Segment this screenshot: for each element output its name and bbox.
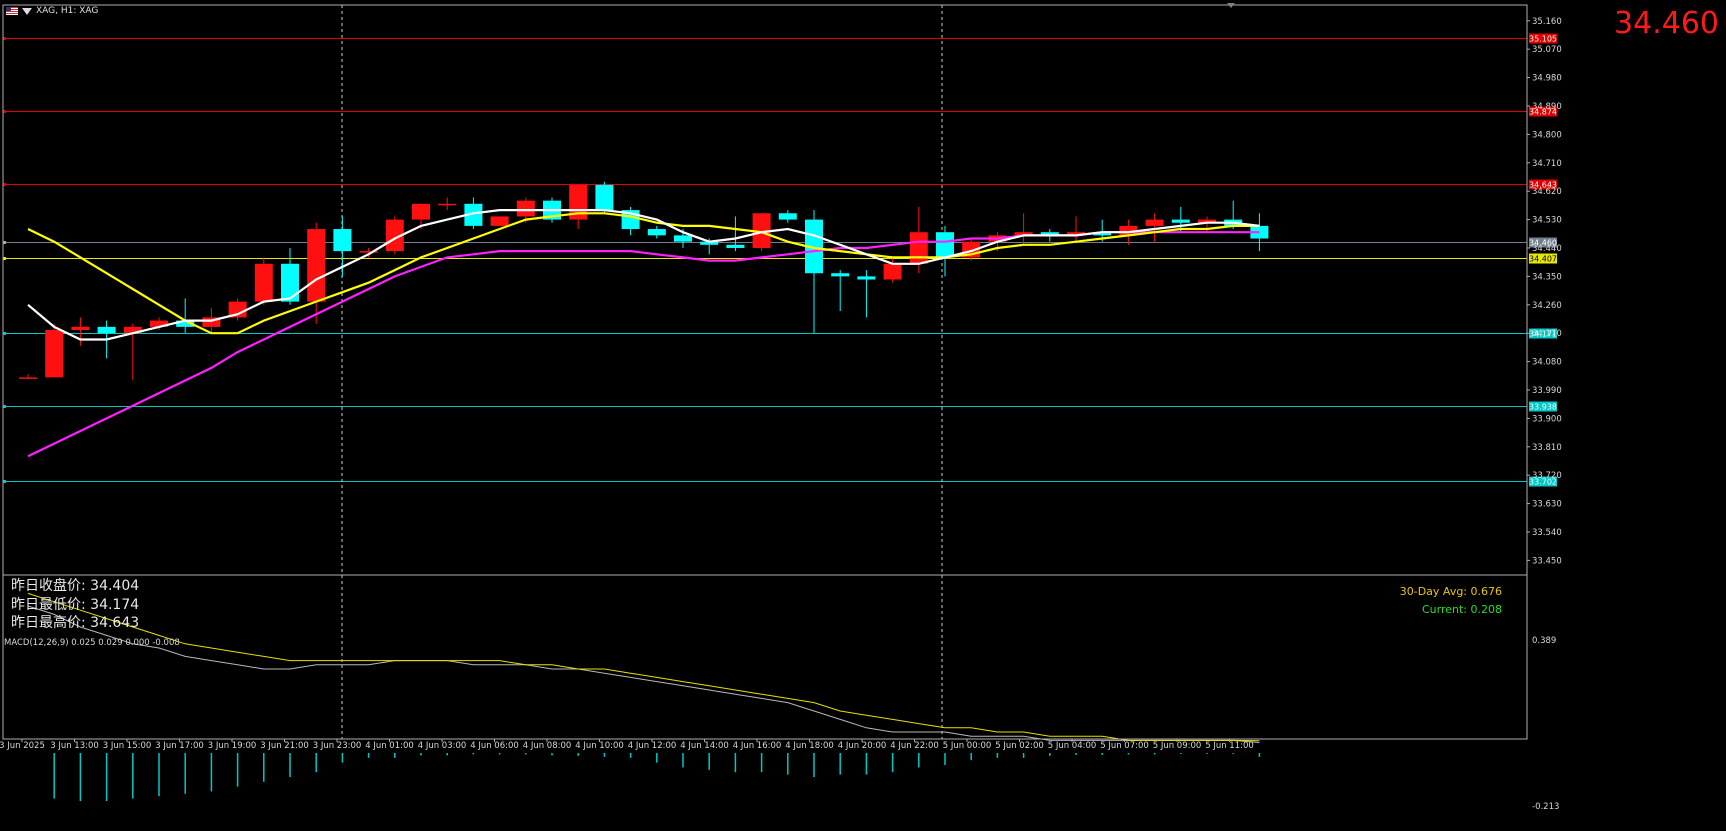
time-tick-label: 4 Jun 01:00 [365, 741, 414, 751]
time-tick-label: 4 Jun 03:00 [418, 741, 467, 751]
time-tick-label: 4 Jun 22:00 [890, 741, 939, 751]
candle-bull [909, 232, 928, 264]
macd-tick-label: 0.389 [1532, 636, 1556, 646]
time-tick-label: 3 Jun 2025 [0, 741, 45, 751]
price-tick-label: 34.350 [1532, 272, 1562, 282]
candle-bear [647, 229, 666, 236]
time-axis[interactable]: 3 Jun 2025 3 Jun 13:00 3 Jun 15:00 3 Jun 17… [0, 739, 1254, 751]
time-tick-label: 3 Jun 19:00 [208, 741, 257, 751]
candle-bull [254, 263, 273, 302]
price-tick-label: 33.720 [1532, 471, 1562, 481]
price-tick-label: 34.890 [1532, 102, 1562, 112]
price-tick-label: 34.800 [1532, 130, 1562, 140]
chart-background [0, 0, 1726, 831]
price-tick-label: 34.980 [1532, 74, 1562, 84]
candle-bear [831, 273, 850, 277]
time-tick-label: 5 Jun 09:00 [1153, 741, 1202, 751]
candle-bear [726, 244, 745, 248]
candle-bear [1171, 219, 1190, 223]
time-tick-label: 3 Jun 15:00 [103, 741, 152, 751]
candle-bear [281, 263, 299, 302]
time-tick-label: 4 Jun 10:00 [575, 741, 624, 751]
candle-bull [1145, 219, 1164, 226]
current-price-display: 34.460 [1614, 6, 1719, 41]
macd-title: MACD(12,26,9) 0.025 0.029 0.000 -0.008 [4, 638, 180, 648]
candle-bear [778, 213, 797, 220]
price-tick-label: 34.440 [1532, 244, 1562, 254]
daily-stats: 昨日收盘价: 34.404 昨日最低价: 34.174 昨日最高价: 34.64… [11, 577, 139, 633]
price-tick-label: 33.630 [1532, 500, 1562, 510]
price-tick-label: 34.710 [1532, 159, 1562, 169]
time-tick-label: 4 Jun 08:00 [523, 741, 572, 751]
price-tick-label: 33.900 [1532, 414, 1562, 424]
price-tick-label: 34.080 [1532, 358, 1562, 368]
candle-bear [595, 184, 614, 211]
level-price-label: 34.407 [1529, 255, 1557, 264]
chart-title: XAG, H1: XAG [36, 6, 99, 16]
chart-dropdown-icon[interactable] [22, 7, 32, 15]
time-tick-label: 5 Jun 07:00 [1100, 741, 1149, 751]
price-tick-label: 33.990 [1532, 386, 1562, 396]
time-tick-label: 3 Jun 23:00 [313, 741, 362, 751]
price-tick-label: 33.810 [1532, 443, 1562, 453]
candle-bear [936, 232, 954, 258]
price-tick-label: 34.170 [1532, 329, 1562, 339]
price-tick-label: 34.260 [1532, 301, 1562, 311]
candle-bull [71, 326, 90, 331]
time-tick-label: 5 Jun 04:00 [1048, 741, 1097, 751]
level-price-label: 33.938 [1529, 403, 1557, 412]
flag-icon [6, 7, 18, 15]
candle-bull [412, 203, 430, 220]
candle-bull [883, 263, 902, 280]
candle-bear [97, 326, 116, 334]
price-tick-label: 33.450 [1532, 556, 1562, 566]
prev-close: 昨日收盘价: 34.404 [11, 578, 140, 594]
level-price-label: 35.105 [1529, 35, 1557, 44]
price-tick-label: 34.530 [1532, 216, 1562, 226]
time-tick-label: 4 Jun 12:00 [628, 741, 677, 751]
candle-bull [490, 216, 509, 226]
candle-bull [307, 229, 326, 302]
candle-bear [333, 229, 352, 252]
volatility-panel: 30-Day Avg: 0.676 Current: 0.208 [1400, 583, 1502, 619]
macd-tick-label: -0.213 [1532, 802, 1559, 812]
candle-bull [516, 200, 535, 217]
price-tick-label: 35.160 [1532, 17, 1562, 27]
time-tick-label: 3 Jun 21:00 [260, 741, 309, 751]
price-tick-label: 35.070 [1532, 45, 1562, 55]
current-volatility: Current: 0.208 [1421, 603, 1502, 616]
time-tick-label: 3 Jun 17:00 [155, 741, 204, 751]
chart-canvas[interactable]: 35.10534.87434.64334.46034.40734.17133.9… [0, 0, 1726, 831]
candle-bear [674, 235, 692, 242]
candle-bull [45, 330, 64, 378]
time-tick-label: 4 Jun 20:00 [838, 741, 887, 751]
prev-high: 昨日最高价: 34.643 [11, 615, 140, 631]
prev-low: 昨日最低价: 34.174 [11, 596, 140, 613]
price-tick-label: 33.540 [1532, 528, 1562, 538]
candle-bull [19, 377, 37, 379]
time-tick-label: 4 Jun 16:00 [733, 741, 782, 751]
candle-bear [857, 276, 876, 280]
time-tick-label: 3 Jun 13:00 [50, 741, 99, 751]
time-tick-label: 5 Jun 11:00 [1205, 741, 1254, 751]
candle-bull [438, 203, 457, 206]
chart-title-bar: XAG, H1: XAG [6, 6, 98, 16]
time-tick-label: 5 Jun 00:00 [943, 741, 992, 751]
time-tick-label: 4 Jun 14:00 [680, 741, 729, 751]
time-tick-label: 4 Jun 06:00 [470, 741, 519, 751]
price-tick-label: 34.620 [1532, 187, 1562, 197]
thirty-day-avg: 30-Day Avg: 0.676 [1399, 585, 1502, 598]
time-tick-label: 4 Jun 18:00 [785, 741, 834, 751]
time-tick-label: 5 Jun 02:00 [995, 741, 1044, 751]
